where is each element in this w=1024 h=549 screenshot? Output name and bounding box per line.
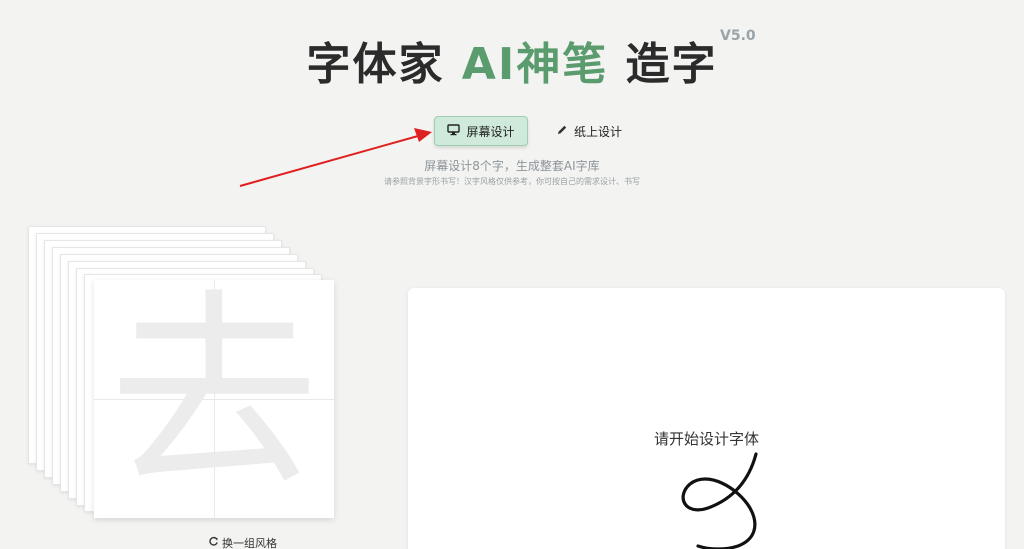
- screen-design-label: 屏幕设计: [466, 124, 515, 139]
- sample-character-card: 去: [94, 274, 334, 518]
- swap-style-button[interactable]: 换一组风格: [208, 535, 277, 549]
- hint-text: 请参照背景字形书写！汉字风格仅供参考，你可按自己的需求设计、书写: [384, 177, 640, 186]
- title-part1: 字体家: [306, 39, 445, 90]
- drawing-canvas[interactable]: 请开始设计字体: [408, 288, 1005, 549]
- monitor-icon: [447, 123, 461, 139]
- subtitle: 屏幕设计8个字，生成整套AI字库: [424, 159, 600, 173]
- swap-style-label: 换一组风格: [222, 537, 277, 549]
- version-badge: V5.0: [720, 28, 756, 44]
- title-part2: 造字: [625, 39, 718, 90]
- paper-design-label: 纸上设计: [574, 124, 623, 139]
- sample-stroke-icon: [681, 452, 758, 549]
- page-title: 字体家 AI神笔 造字: [0, 28, 1024, 92]
- title-accent: AI神笔: [461, 39, 609, 90]
- paper-design-button[interactable]: 纸上设计: [556, 116, 622, 146]
- pencil-icon: [556, 124, 568, 139]
- screen-design-button[interactable]: 屏幕设计: [434, 116, 528, 146]
- refresh-icon: [208, 536, 219, 549]
- sample-character: 去: [108, 271, 319, 516]
